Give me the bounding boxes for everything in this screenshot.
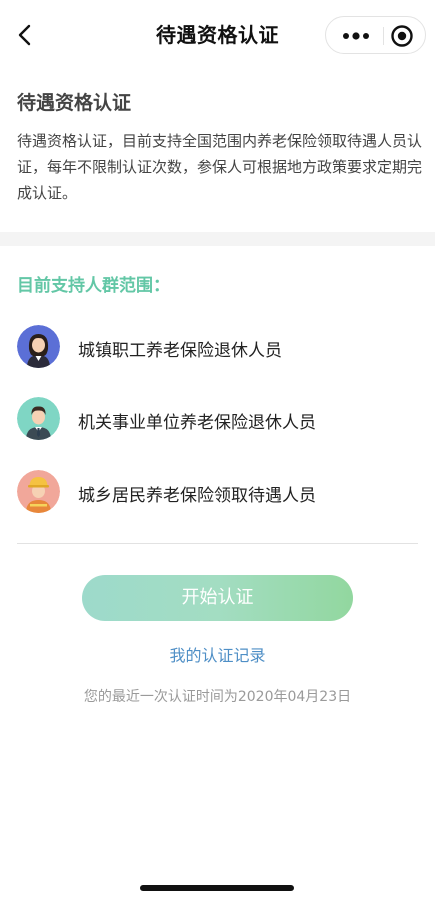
home-indicator [140,885,294,891]
worker-avatar-icon [17,470,60,513]
group-label: 城乡居民养老保险领取待遇人员 [78,486,316,506]
section-title: 待遇资格认证 [17,92,132,114]
group-label: 城镇职工养老保险退休人员 [78,341,282,361]
last-certification-time: 您的最近一次认证时间为2020年04月23日 [83,689,352,705]
list-item: 机关事业单位养老保险退休人员 [17,397,417,441]
more-dots-icon[interactable] [341,28,371,44]
section-description: 待遇资格认证，目前支持全国范围内养老保险领取待遇人员认证，每年不限制认证次数，参… [17,132,423,202]
group-label: 机关事业单位养老保险退休人员 [78,413,316,433]
list-item: 城镇职工养老保险退休人员 [17,325,417,369]
section-divider [0,232,435,246]
list-item: 城乡居民养老保险领取待遇人员 [17,470,417,514]
supported-groups-title: 目前支持人群范围： [17,276,170,296]
start-certification-button[interactable]: 开始认证 [82,575,353,621]
divider [17,543,418,544]
target-circle-icon[interactable] [390,24,414,48]
mini-program-capsule [325,16,426,54]
woman-avatar-icon [17,325,60,368]
navbar: 待遇资格认证 [0,0,435,70]
man-avatar-icon [17,397,60,440]
capsule-divider [383,27,384,45]
certification-records-link[interactable]: 我的认证记录 [0,642,435,666]
